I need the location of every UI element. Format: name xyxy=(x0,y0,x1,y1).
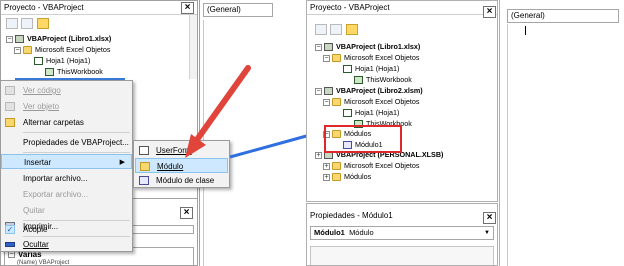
right-code-editor[interactable] xyxy=(507,24,619,266)
collapse-toggle-icon[interactable]: − xyxy=(6,36,13,43)
left-project-scrollbar[interactable] xyxy=(189,15,197,79)
class-module-icon xyxy=(139,176,149,185)
right-project-title: Proyecto - VBAProject xyxy=(307,1,497,15)
worksheet-icon xyxy=(343,109,352,117)
toggle-folders-icon[interactable] xyxy=(37,18,49,29)
expand-toggle-icon[interactable]: + xyxy=(323,174,330,181)
menu-item-exportar[interactable]: Exportar archivo... xyxy=(1,187,132,202)
collapse-toggle-icon[interactable]: − xyxy=(315,88,322,95)
collapse-toggle-icon[interactable]: − xyxy=(323,55,330,62)
folder-icon xyxy=(23,46,32,54)
check-icon: ✓ xyxy=(5,225,15,234)
toggle-folders-icon[interactable] xyxy=(346,24,358,35)
view-code-icon xyxy=(5,86,15,95)
collapse-toggle-icon[interactable]: − xyxy=(8,251,15,258)
chevron-down-icon: ▼ xyxy=(484,230,490,236)
menu-item-ocultar[interactable]: Ocultar xyxy=(1,237,132,252)
collapse-toggle-icon[interactable]: − xyxy=(323,99,330,106)
text-cursor xyxy=(525,26,526,35)
folder-icon xyxy=(332,98,341,106)
right-code-window: (General) xyxy=(499,0,624,266)
insertar-submenu: UserForm Módulo Módulo de clase xyxy=(133,140,230,188)
worksheet-icon xyxy=(343,65,352,73)
property-row[interactable]: (Name) VBAProject xyxy=(17,260,69,265)
left-object-combo[interactable]: (General) xyxy=(203,3,273,17)
right-object-combo[interactable]: (General) xyxy=(507,9,619,23)
menu-item-ver-objeto[interactable]: Ver objeto xyxy=(1,99,132,114)
menu-item-propiedades[interactable]: Propiedades de VBAProject... xyxy=(1,135,132,150)
collapse-toggle-icon[interactable]: − xyxy=(315,44,322,51)
userform-icon xyxy=(139,146,149,155)
submenu-item-userform[interactable]: UserForm xyxy=(135,143,228,158)
worksheet-icon xyxy=(34,57,43,65)
module-icon xyxy=(140,162,150,171)
view-code-icon[interactable] xyxy=(315,24,327,35)
menu-item-insertar[interactable]: Insertar ▶ xyxy=(1,154,132,169)
folder-icon xyxy=(332,54,341,62)
view-object-icon xyxy=(5,102,15,111)
folder-icon xyxy=(332,173,341,181)
workbook-icon xyxy=(354,76,363,84)
menu-separator xyxy=(23,152,130,153)
project-icon xyxy=(324,87,333,95)
view-object-icon[interactable] xyxy=(21,18,33,29)
hide-icon xyxy=(5,242,15,247)
menu-separator xyxy=(23,132,130,133)
submenu-arrow-icon: ▶ xyxy=(119,159,125,166)
collapse-toggle-icon[interactable]: − xyxy=(14,47,21,54)
project-icon xyxy=(324,43,333,51)
right-properties-close-button[interactable]: × xyxy=(483,212,496,224)
menu-item-acople[interactable]: ✓ Acople xyxy=(1,222,132,237)
modulos-highlight-box xyxy=(324,125,402,153)
submenu-item-modulo-clase[interactable]: Módulo de clase xyxy=(135,173,228,188)
submenu-item-modulo[interactable]: Módulo xyxy=(135,158,228,173)
folder-icon xyxy=(5,118,15,127)
right-properties-combo[interactable]: Módulo1 Módulo ▼ xyxy=(310,226,494,240)
left-project-close-button[interactable]: × xyxy=(181,2,194,14)
menu-item-importar[interactable]: Importar archivo... xyxy=(1,171,132,186)
menu-item-alternar-carpetas[interactable]: Alternar carpetas xyxy=(1,115,132,130)
view-object-icon[interactable] xyxy=(330,24,342,35)
left-code-window: (General) xyxy=(199,0,277,266)
expand-toggle-icon[interactable]: + xyxy=(323,163,330,170)
menu-item-quitar[interactable]: Quitar xyxy=(1,203,132,218)
left-project-title: Proyecto - VBAProject xyxy=(1,1,197,15)
view-code-icon[interactable] xyxy=(6,18,18,29)
project-icon xyxy=(15,35,24,43)
right-project-explorer: Proyecto - VBAProject × − VBAProject (Li… xyxy=(306,0,498,202)
menu-item-ver-codigo[interactable]: Ver código xyxy=(1,83,132,98)
left-properties-close-button[interactable]: × xyxy=(180,207,193,219)
right-properties-tabs xyxy=(310,246,494,265)
right-properties-title: Propiedades - Módulo1 xyxy=(310,211,393,220)
workbook-icon xyxy=(45,68,54,76)
folder-icon xyxy=(332,162,341,170)
expand-toggle-icon[interactable]: + xyxy=(315,152,322,159)
right-project-close-button[interactable]: × xyxy=(483,6,496,18)
right-properties-pane: Propiedades - Módulo1 × Módulo1 Módulo ▼ xyxy=(306,203,498,266)
